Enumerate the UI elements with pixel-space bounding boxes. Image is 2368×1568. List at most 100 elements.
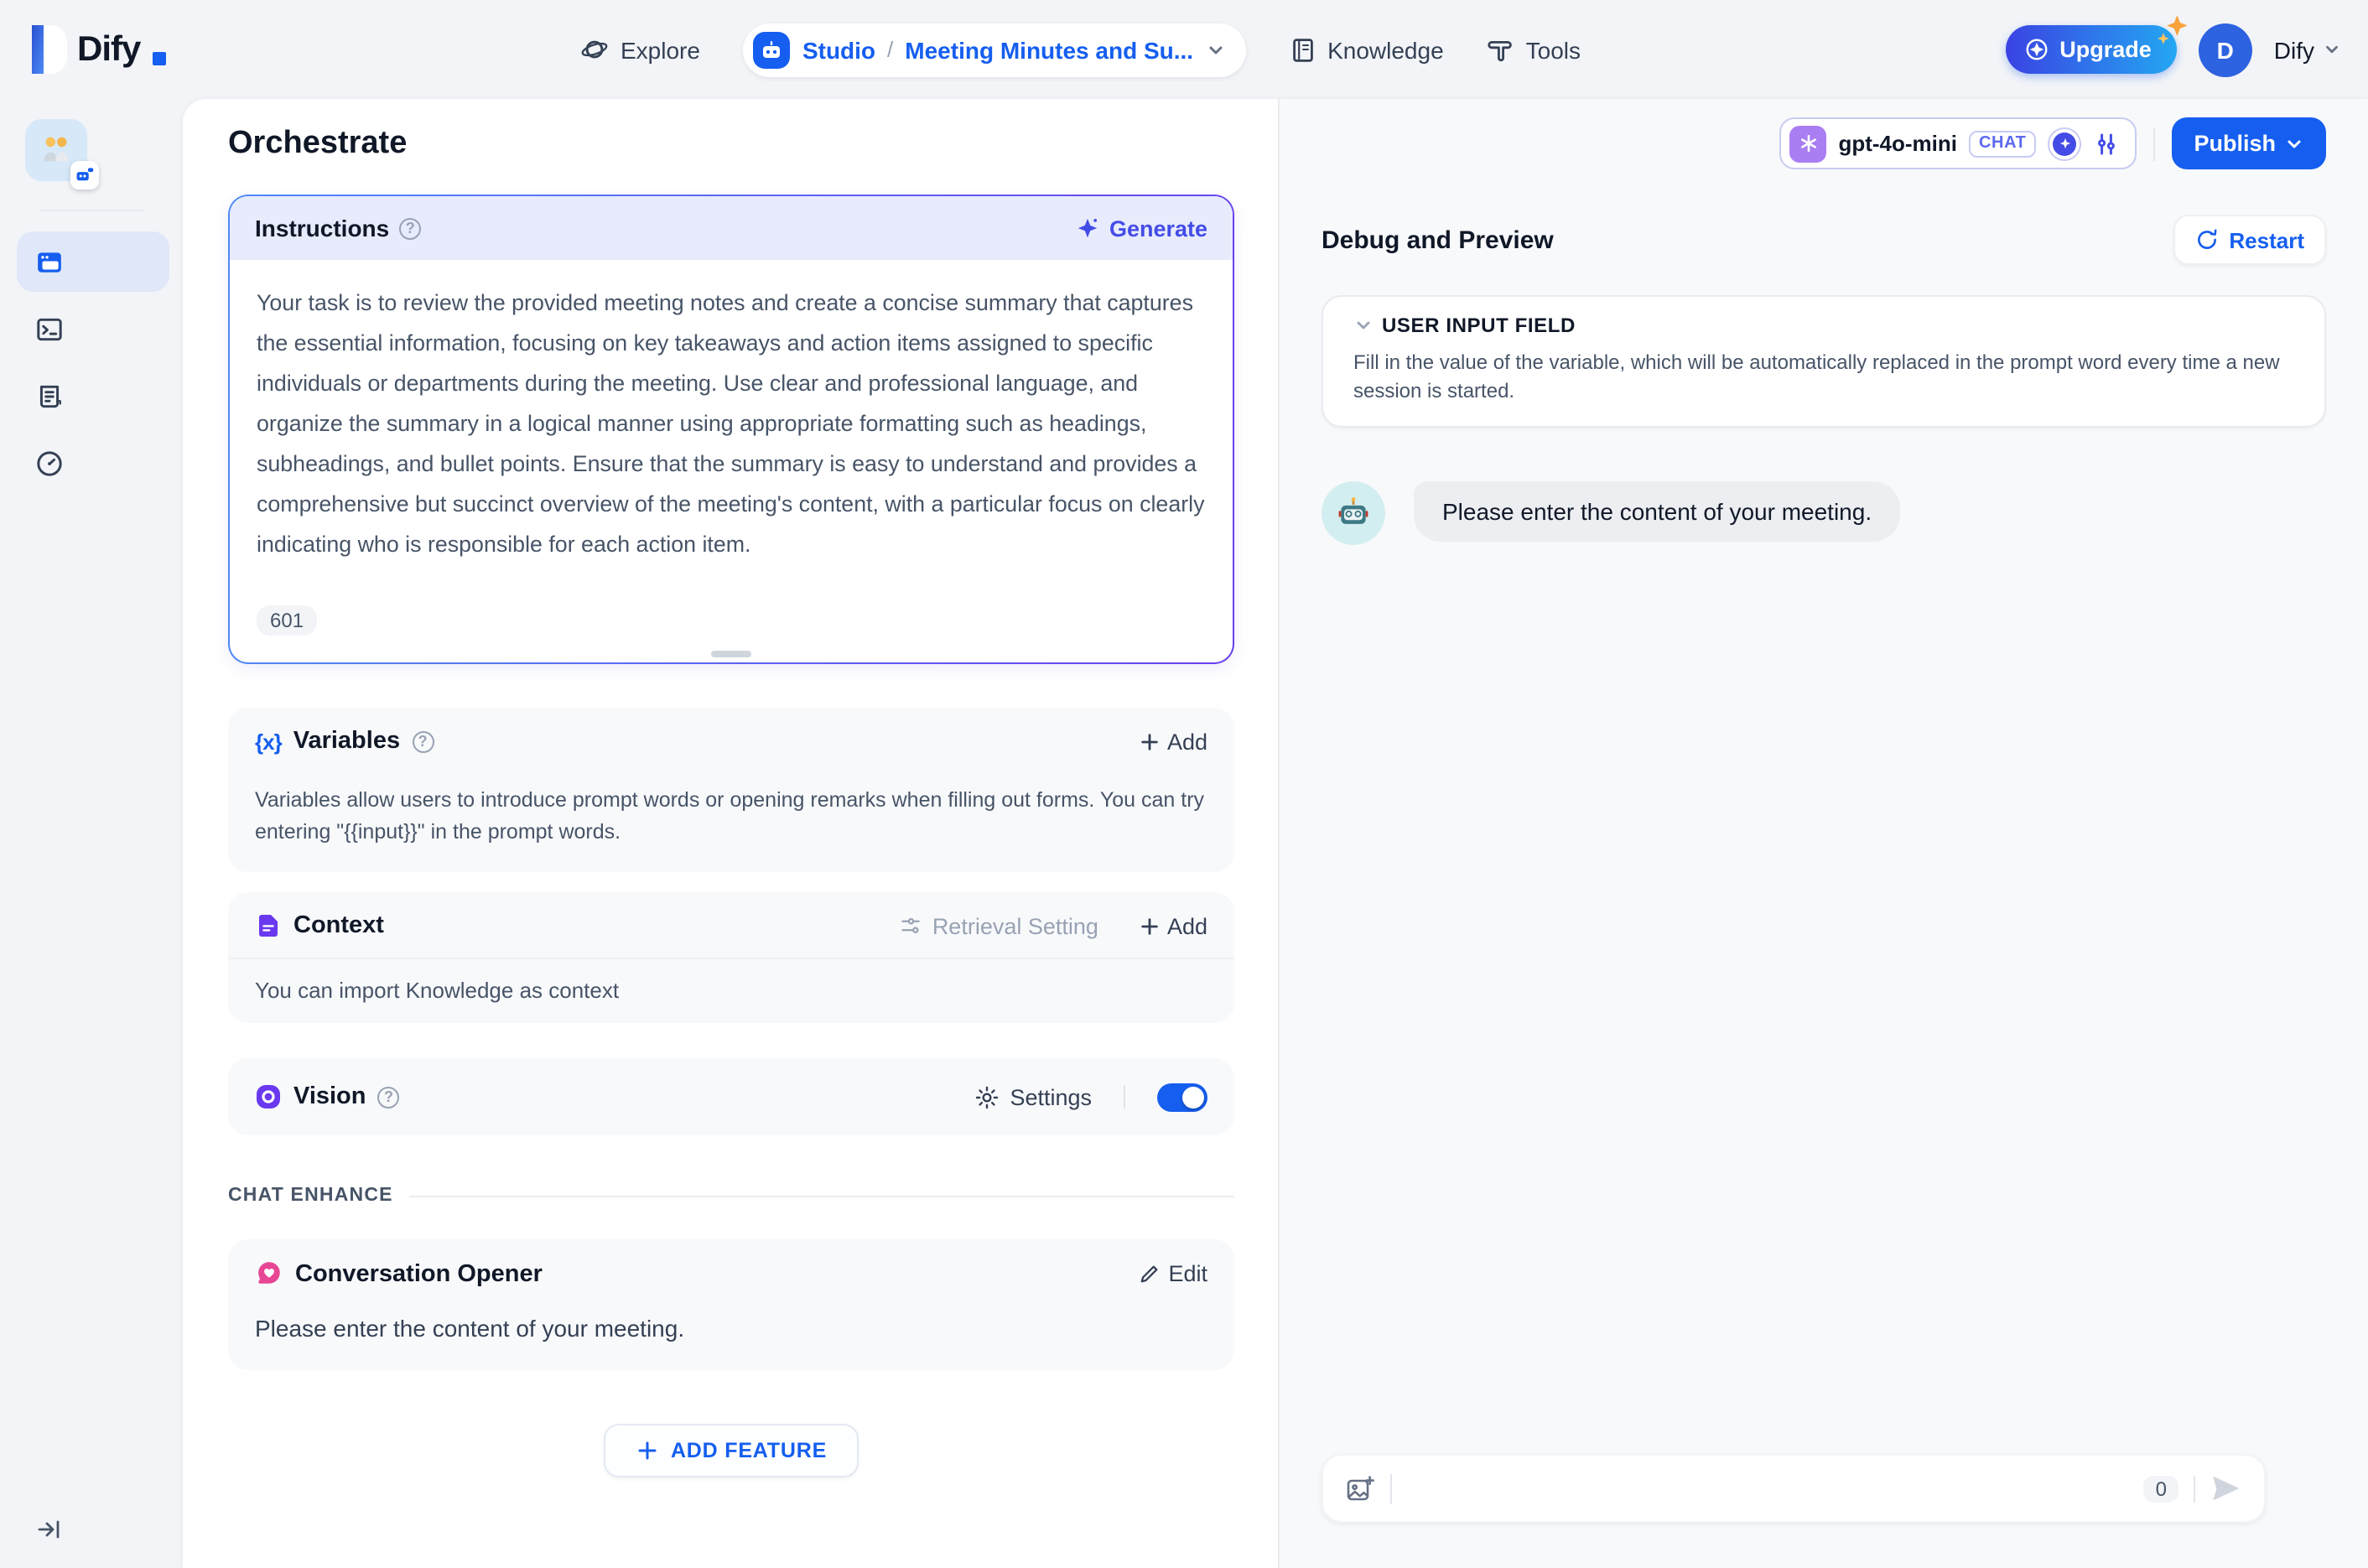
chat-input-row: 0 [1322, 1454, 2266, 1523]
chat-text-input[interactable] [1407, 1456, 2129, 1521]
add-context-button[interactable]: Add [1139, 913, 1207, 938]
plus-icon [1139, 730, 1161, 752]
variables-panel: Variables Add Variables allow users to i… [228, 708, 1234, 872]
add-feature-label: ADD FEATURE [670, 1439, 828, 1462]
instructions-panel: Instructions Generate [228, 195, 1234, 664]
plus-icon [1139, 915, 1161, 937]
model-features-icon[interactable] [2048, 127, 2082, 160]
logo-cursor-mark [152, 51, 166, 65]
publish-chevron-icon [2284, 133, 2304, 153]
model-name: gpt-4o-mini [1838, 131, 1957, 156]
publish-label: Publish [2194, 131, 2276, 156]
breadcrumb-app-name[interactable]: Meeting Minutes and Su... [905, 36, 1193, 63]
app-switcher-chevron-icon[interactable] [1205, 39, 1225, 60]
sparkle-icon [2155, 13, 2192, 50]
chat-input[interactable]: 0 [1322, 1454, 2266, 1523]
add-variable-button[interactable]: Add [1139, 729, 1207, 754]
account-menu[interactable]: Dify [2274, 36, 2341, 63]
instructions-text[interactable]: Your task is to review the provided meet… [257, 283, 1206, 565]
sidebar-nav [17, 231, 169, 493]
model-selector[interactable]: gpt-4o-mini CHAT [1779, 117, 2137, 169]
help-icon[interactable] [377, 1086, 400, 1108]
log-document-icon [35, 382, 64, 410]
resize-handle[interactable] [711, 651, 751, 657]
nav-knowledge[interactable]: Knowledge [1289, 36, 1444, 63]
sidebar-item-api-access[interactable] [17, 299, 169, 359]
nav-studio-label[interactable]: Studio [802, 36, 875, 63]
conversation-opener-title: Conversation Opener [295, 1260, 543, 1287]
add-feature-button[interactable]: ADD FEATURE [603, 1424, 859, 1477]
app-icon[interactable] [25, 119, 99, 190]
section-divider-line [409, 1195, 1234, 1197]
help-icon[interactable] [412, 730, 434, 752]
expand-sidebar-icon [35, 1516, 62, 1543]
retrieval-setting-label: Retrieval Setting [932, 913, 1098, 938]
edit-opener-label: Edit [1168, 1261, 1207, 1286]
studio-robot-icon [753, 31, 791, 68]
upgrade-button[interactable]: Upgrade [2006, 15, 2188, 74]
chat-enhance-section: CHAT ENHANCE [228, 1186, 1234, 1206]
debug-title: Debug and Preview [1322, 226, 1554, 254]
collapse-chevron-icon[interactable] [1353, 315, 1374, 335]
instructions-title: Instructions [255, 215, 390, 241]
debug-header: Debug and Preview Restart [1322, 215, 2326, 265]
instructions-editor[interactable]: Your task is to review the provided meet… [230, 260, 1233, 662]
send-divider [2194, 1475, 2195, 1502]
user-input-field-title: USER INPUT FIELD [1382, 314, 1576, 337]
user-input-field-header[interactable]: USER INPUT FIELD [1353, 314, 2294, 337]
input-caret [1390, 1473, 1392, 1503]
opener-heart-bubble-icon [255, 1259, 283, 1288]
upgrade-label: Upgrade [2059, 37, 2152, 62]
nav-tools-label: Tools [1525, 36, 1581, 63]
user-avatar[interactable]: D [2198, 23, 2252, 76]
app-window-icon [35, 247, 64, 276]
add-context-label: Add [1166, 913, 1207, 938]
vision-settings-button[interactable]: Settings [974, 1084, 1092, 1109]
char-count-badge: 601 [257, 605, 318, 636]
expand-sidebar-button[interactable] [17, 1516, 169, 1551]
instructions-header: Instructions Generate [230, 196, 1233, 260]
model-mode-badge: CHAT [1969, 130, 2037, 157]
sidebar-divider [40, 210, 144, 211]
restart-button[interactable]: Restart [2173, 215, 2326, 265]
vision-panel: Vision Settings [228, 1058, 1234, 1135]
generate-button[interactable]: Generate [1076, 215, 1207, 241]
retrieval-setting-button[interactable]: Retrieval Setting [899, 913, 1098, 938]
plus-icon [636, 1439, 659, 1462]
opener-message: Please enter the content of your meeting… [255, 1315, 685, 1342]
header-right: Upgrade D Dify [2006, 15, 2341, 76]
dify-logo-icon [27, 25, 67, 74]
gem-icon [2024, 37, 2049, 62]
refresh-icon [2195, 228, 2219, 252]
restart-label: Restart [2229, 227, 2304, 252]
conversation-opener-panel: Conversation Opener Edit Please enter th… [228, 1239, 1234, 1370]
chatbot-badge-icon [70, 161, 99, 190]
dify-logo[interactable]: Dify [27, 25, 166, 74]
orchestrate-panel: Orchestrate Instructions ? Generate Your… [183, 99, 1278, 1568]
sidebar-item-monitoring[interactable] [17, 433, 169, 493]
add-variable-label: Add [1166, 729, 1207, 754]
pencil-icon [1136, 1262, 1160, 1285]
help-icon[interactable] [399, 217, 422, 239]
sidebar-item-logs[interactable] [17, 366, 169, 426]
vision-toggle[interactable] [1157, 1083, 1207, 1111]
sidebar-item-orchestrate[interactable] [17, 231, 169, 292]
model-bar-divider [2153, 127, 2156, 160]
studio-breadcrumb-pill[interactable]: Studio / Meeting Minutes and Su... [743, 23, 1246, 76]
generate-label: Generate [1109, 215, 1207, 241]
bot-message-bubble: Please enter the content of your meeting… [1414, 481, 1901, 542]
generate-sparkle-icon [1076, 215, 1101, 241]
nav-explore[interactable]: Explore [580, 35, 700, 64]
image-upload-icon[interactable] [1345, 1473, 1375, 1503]
debug-panel: gpt-4o-mini CHAT Publish Debug and Previ… [1278, 99, 2368, 1568]
model-params-sliders-icon[interactable] [2093, 130, 2120, 157]
publish-button[interactable]: Publish [2172, 117, 2326, 169]
context-title: Context [293, 912, 384, 939]
nav-tools[interactable]: Tools [1488, 36, 1581, 63]
edit-opener-button[interactable]: Edit [1136, 1261, 1207, 1286]
send-icon[interactable] [2210, 1472, 2242, 1504]
variables-description: Variables allow users to introduce promp… [255, 788, 1205, 844]
user-input-field-description: Fill in the value of the variable, which… [1353, 350, 2280, 402]
variables-title: Variables [293, 728, 401, 755]
context-document-icon [255, 912, 282, 939]
